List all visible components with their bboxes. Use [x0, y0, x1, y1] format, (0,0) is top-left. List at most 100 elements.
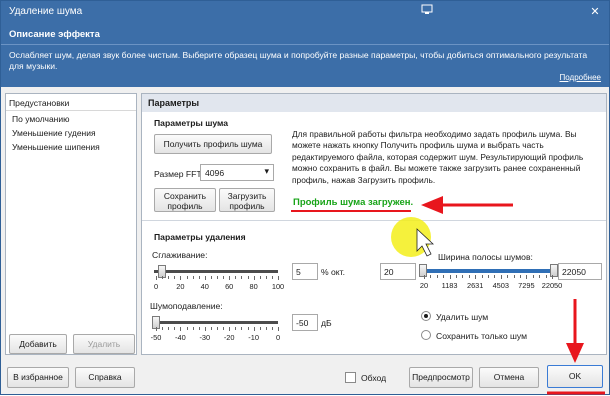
smoothing-scale-tick: [198, 276, 200, 279]
preview-button[interactable]: Предпросмотр: [409, 367, 473, 388]
suppression-unit: дБ: [321, 318, 332, 328]
bandwidth-max-input[interactable]: 22050: [558, 263, 602, 280]
smoothing-scale-tick: [156, 276, 157, 280]
bandwidth-scale-tick: [545, 275, 547, 278]
suppression-scale-tick: [278, 327, 279, 331]
parameters-header: Параметры: [142, 94, 606, 112]
remove-preset-button[interactable]: Удалить: [73, 334, 135, 354]
get-noise-profile-button[interactable]: Получить профиль шума: [154, 134, 272, 154]
bandwidth-scale-tick: [456, 275, 457, 278]
smoothing-scale-tick-label: 100: [271, 282, 285, 291]
description-divider: [1, 44, 609, 45]
smoothing-scale-tick: [278, 276, 279, 280]
add-preset-button[interactable]: Добавить: [9, 334, 67, 354]
noise-removal-dialog: Удаление шума ✕ Описание эффекта Ослабля…: [0, 0, 610, 395]
help-button[interactable]: Справка: [75, 367, 135, 388]
bypass-label: Обход: [361, 373, 387, 383]
bandwidth-scale-tick: [488, 275, 489, 278]
keep-noise-radio[interactable]: [421, 330, 431, 340]
save-profile-label-1: Сохранить: [163, 191, 207, 201]
bandwidth-min-thumb[interactable]: [419, 264, 427, 277]
suppression-scale-tick: [271, 327, 273, 330]
smoothing-scale-tick: [235, 276, 237, 279]
bandwidth-min-value: 20: [384, 267, 394, 277]
add-to-favorites-button[interactable]: В избранное: [7, 367, 69, 388]
suppression-value: -50: [296, 318, 309, 328]
smoothing-scale-tick: [241, 276, 243, 279]
suppression-scale-tick: [162, 327, 164, 330]
suppression-scale-tick: [265, 327, 267, 330]
smoothing-scale-tick: [223, 276, 225, 279]
smoothing-unit: % окт.: [321, 267, 346, 277]
suppression-scale-tick: [210, 327, 212, 330]
smoothing-slider-track[interactable]: [154, 270, 278, 273]
smoothing-scale-tick: [162, 276, 164, 279]
smoothing-scale-tick: [217, 276, 218, 279]
title-bar: Удаление шума ✕: [1, 1, 609, 23]
save-profile-label-2: профиль: [167, 201, 203, 211]
smoothing-input[interactable]: 5: [292, 263, 318, 280]
bandwidth-scale-tick-label: 22050: [541, 281, 563, 290]
smoothing-scale-tick: [186, 276, 188, 279]
remove-noise-radio[interactable]: [421, 311, 431, 321]
fft-size-select[interactable]: 4096 ▾: [200, 164, 274, 181]
bandwidth-scale-tick: [526, 275, 528, 279]
load-profile-label-1: Загрузить: [227, 191, 267, 201]
load-profile-button[interactable]: Загрузить профиль: [219, 188, 275, 212]
description-text: Ослабляет шум, делая звук более чистым. …: [9, 50, 588, 71]
suppression-scale-tick: [186, 327, 188, 330]
suppression-slider-track[interactable]: [154, 321, 278, 324]
smoothing-scale-tick: [253, 276, 255, 280]
suppression-scale-tick: [198, 327, 200, 330]
smoothing-scale-tick: [174, 276, 176, 279]
bandwidth-scale-tick: [462, 275, 464, 278]
bandwidth-scale-tick: [424, 275, 425, 279]
smoothing-scale-tick: [210, 276, 212, 279]
presets-divider: [6, 110, 136, 111]
more-link[interactable]: Подробнее: [560, 73, 602, 82]
ok-button[interactable]: OK: [547, 365, 603, 388]
bandwidth-min-input[interactable]: 20: [380, 263, 416, 280]
suppression-scale-tick: [259, 327, 261, 330]
save-profile-button[interactable]: Сохранить профиль: [154, 188, 216, 212]
window-title: Удаление шума: [9, 6, 83, 17]
keep-noise-label: Сохранить только шум: [436, 331, 528, 341]
load-profile-label-2: профиль: [229, 201, 265, 211]
bandwidth-scale-tick: [552, 275, 553, 279]
smoothing-scale-tick: [247, 276, 249, 279]
bandwidth-scale-tick: [436, 275, 438, 278]
suppression-scale-tick: [174, 327, 176, 330]
bandwidth-scale-tick: [532, 275, 534, 278]
effect-description: Описание эффекта Ослабляет шум, делая зв…: [1, 23, 609, 87]
preset-item-hiss-reduction[interactable]: Уменьшение шипения: [12, 142, 100, 152]
suppression-input[interactable]: -50: [292, 314, 318, 331]
presets-header: Предустановки: [9, 98, 70, 108]
suppression-scale-tick: [223, 327, 225, 330]
restore-icon[interactable]: [419, 4, 435, 20]
bandwidth-scale-tick: [507, 275, 509, 278]
suppression-scale-tick: [168, 327, 170, 330]
smoothing-scale-tick: [271, 276, 273, 279]
section-divider: [142, 220, 606, 221]
description-heading: Описание эффекта: [9, 29, 100, 40]
noise-profile-info-text: Для правильной работы фильтра необходимо…: [292, 129, 584, 185]
smoothing-scale-tick: [229, 276, 231, 280]
smoothing-scale-tick: [204, 276, 206, 280]
cancel-button[interactable]: Отмена: [479, 367, 539, 388]
suppression-scale-tick: [229, 327, 231, 331]
suppression-scale-tick: [217, 327, 218, 330]
preset-item-hum-reduction[interactable]: Уменьшение гудения: [12, 128, 96, 138]
parameters-title: Параметры: [148, 98, 200, 108]
bandwidth-scale-tick: [539, 275, 541, 278]
suppression-scale-tick: [253, 327, 255, 331]
bandwidth-range-track[interactable]: [423, 269, 555, 273]
preset-item-default[interactable]: По умолчанию: [12, 114, 69, 124]
suppression-label: Шумоподавление:: [150, 301, 223, 311]
suppression-scale-tick: [241, 327, 243, 330]
close-icon[interactable]: ✕: [587, 4, 603, 20]
bypass-checkbox[interactable]: [345, 372, 356, 383]
removal-section-title: Параметры удаления: [154, 232, 246, 242]
bandwidth-scale-tick: [475, 275, 477, 279]
suppression-scale-tick: [247, 327, 249, 330]
bandwidth-scale-tick: [443, 275, 445, 278]
